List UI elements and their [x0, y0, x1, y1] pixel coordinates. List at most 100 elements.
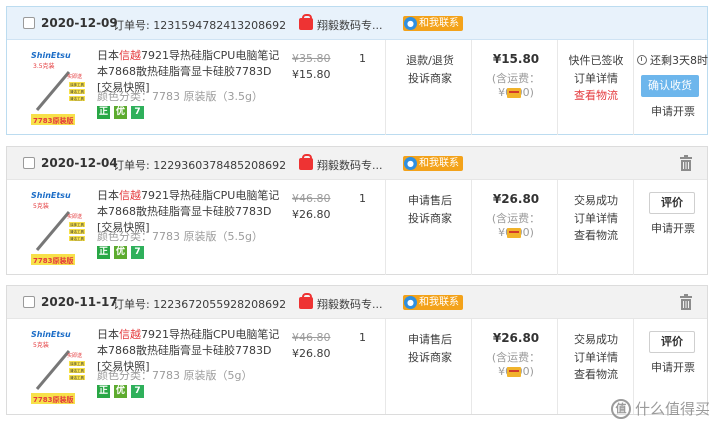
credit-card-icon	[507, 88, 521, 98]
order-body: ShinEtsu 5克装 买即送 涂抹工具 清洁工具 清洁工具 7783原装版 …	[7, 319, 707, 414]
order-card: 2020-11-17 订单号: 1223672055928208692 翔毅数码…	[6, 285, 708, 415]
order-card: 2020-12-04 订单号: 1229360378485208692 翔毅数码…	[6, 146, 708, 275]
thumb-brand: ShinEtsu	[31, 191, 71, 200]
contact-seller-button[interactable]: ● 和我联系	[403, 295, 463, 310]
contact-seller-button[interactable]: ● 和我联系	[403, 16, 463, 31]
chat-icon: ●	[404, 296, 417, 309]
premium-badge-icon: 优	[114, 385, 127, 398]
service-badges: 正 优 7	[97, 385, 144, 398]
product-spec: 颜色分类：7783 原装版（3.5g）	[97, 90, 263, 103]
thumb-size: 5克装	[33, 202, 49, 210]
order-status: 交易成功	[574, 333, 618, 346]
service-badges: 正 优 7	[97, 106, 144, 119]
clock-icon	[637, 55, 647, 65]
request-invoice-link[interactable]: 申请开票	[637, 220, 709, 236]
divider	[471, 180, 472, 275]
original-price: ¥46.80	[292, 331, 331, 344]
divider	[385, 40, 386, 135]
thumb-line: 清洁工具	[70, 229, 84, 234]
thumb-model: 7783原装版	[33, 256, 73, 265]
thumb-line: 涂抹工具	[70, 82, 84, 87]
divider	[557, 40, 558, 135]
confirm-receipt-button[interactable]: 确认收货	[641, 75, 699, 97]
thumb-line: 清洁工具	[70, 89, 84, 94]
thumb-line: 清洁工具	[70, 236, 84, 241]
order-number: 订单号: 1231594782413208692	[113, 19, 287, 32]
order-status: 交易成功	[574, 194, 618, 207]
after-sales-link[interactable]: 申请售后	[389, 192, 471, 208]
thumb-size: 5克装	[33, 341, 49, 349]
credit-card-icon	[507, 367, 521, 377]
syringe-shape	[35, 71, 71, 111]
time-remaining: 还剩3天8时	[637, 52, 709, 68]
view-logistics-link[interactable]: 查看物流	[560, 87, 632, 103]
product-thumbnail[interactable]: ShinEtsu 5克装 买即送 涂抹工具 清洁工具 清洁工具 7783原装版	[29, 188, 87, 268]
syringe-shape	[35, 211, 71, 251]
after-sales-link[interactable]: 申请售后	[389, 331, 471, 347]
order-checkbox[interactable]	[23, 296, 35, 308]
order-number: 订单号: 1223672055928208692	[113, 298, 287, 311]
request-invoice-link[interactable]: 申请开票	[637, 103, 709, 119]
divider	[471, 319, 472, 414]
order-date: 2020-11-17	[41, 295, 118, 309]
thumb-brand: ShinEtsu	[31, 330, 71, 339]
genuine-badge-icon: 正	[97, 106, 110, 119]
thumb-badge: 买即送	[67, 213, 82, 220]
chat-icon: ●	[404, 157, 417, 170]
trash-icon[interactable]	[679, 155, 693, 171]
service-badges: 正 优 7	[97, 246, 144, 259]
thumb-badge: 买即送	[67, 352, 82, 359]
thumb-line: 清洁工具	[70, 375, 84, 380]
thumb-line: 清洁工具	[70, 96, 84, 101]
review-button[interactable]: 评价	[649, 331, 695, 353]
product-thumbnail[interactable]: ShinEtsu 5克装 买即送 涂抹工具 清洁工具 清洁工具 7783原装版	[29, 327, 87, 407]
thumb-brand: ShinEtsu	[31, 51, 71, 60]
divider	[385, 319, 386, 414]
watermark-text: 什么值得买	[634, 400, 710, 418]
shop-bag-icon	[299, 154, 313, 170]
thumb-badge: 买即送	[67, 73, 82, 80]
trash-icon[interactable]	[679, 294, 693, 310]
shop-name[interactable]: 翔毅数码专...	[317, 296, 383, 312]
view-logistics-link[interactable]: 查看物流	[560, 366, 632, 382]
credit-card-icon	[507, 228, 521, 238]
product-thumbnail[interactable]: ShinEtsu 3.5克装 买即送 涂抹工具 清洁工具 清洁工具 7783原装…	[29, 48, 87, 128]
contact-seller-button[interactable]: ● 和我联系	[403, 156, 463, 171]
shop-name[interactable]: 翔毅数码专...	[317, 157, 383, 173]
order-header: 2020-12-04 订单号: 1229360378485208692 翔毅数码…	[7, 147, 707, 180]
syringe-shape	[35, 350, 71, 390]
order-checkbox[interactable]	[23, 17, 35, 29]
order-card: 2020-12-09 订单号: 1231594782413208692 翔毅数码…	[6, 6, 708, 135]
unit-price: ¥26.80	[292, 347, 331, 360]
chat-icon: ●	[404, 17, 417, 30]
unit-price: ¥15.80	[292, 68, 331, 81]
original-price: ¥35.80	[292, 52, 331, 65]
complain-seller-link[interactable]: 投诉商家	[389, 70, 471, 86]
order-checkbox[interactable]	[23, 157, 35, 169]
order-body: ShinEtsu 5克装 买即送 涂抹工具 清洁工具 清洁工具 7783原装版 …	[7, 180, 707, 275]
complain-seller-link[interactable]: 投诉商家	[389, 349, 471, 365]
order-details-link[interactable]: 订单详情	[560, 70, 632, 86]
shop-name[interactable]: 翔毅数码专...	[317, 17, 383, 33]
contact-label: 和我联系	[419, 297, 459, 308]
total-price: ¥15.80	[492, 52, 540, 66]
request-invoice-link[interactable]: 申请开票	[637, 359, 709, 375]
divider	[385, 180, 386, 275]
thumb-line: 涂抹工具	[70, 361, 84, 366]
order-details-link[interactable]: 订单详情	[560, 349, 632, 365]
view-logistics-link[interactable]: 查看物流	[560, 227, 632, 243]
original-price: ¥46.80	[292, 192, 331, 205]
total-price: ¥26.80	[492, 192, 540, 206]
divider	[557, 180, 558, 275]
complain-seller-link[interactable]: 投诉商家	[389, 210, 471, 226]
quantity: 1	[359, 192, 366, 205]
smzdm-logo-icon: 值	[610, 398, 631, 419]
thumb-size: 3.5克装	[33, 62, 55, 70]
review-button[interactable]: 评价	[649, 192, 695, 214]
divider	[557, 319, 558, 414]
refund-return-link[interactable]: 退款/退货	[389, 52, 471, 68]
order-details-link[interactable]: 订单详情	[560, 210, 632, 226]
genuine-badge-icon: 正	[97, 385, 110, 398]
order-header: 2020-11-17 订单号: 1223672055928208692 翔毅数码…	[7, 286, 707, 319]
contact-label: 和我联系	[419, 18, 459, 29]
